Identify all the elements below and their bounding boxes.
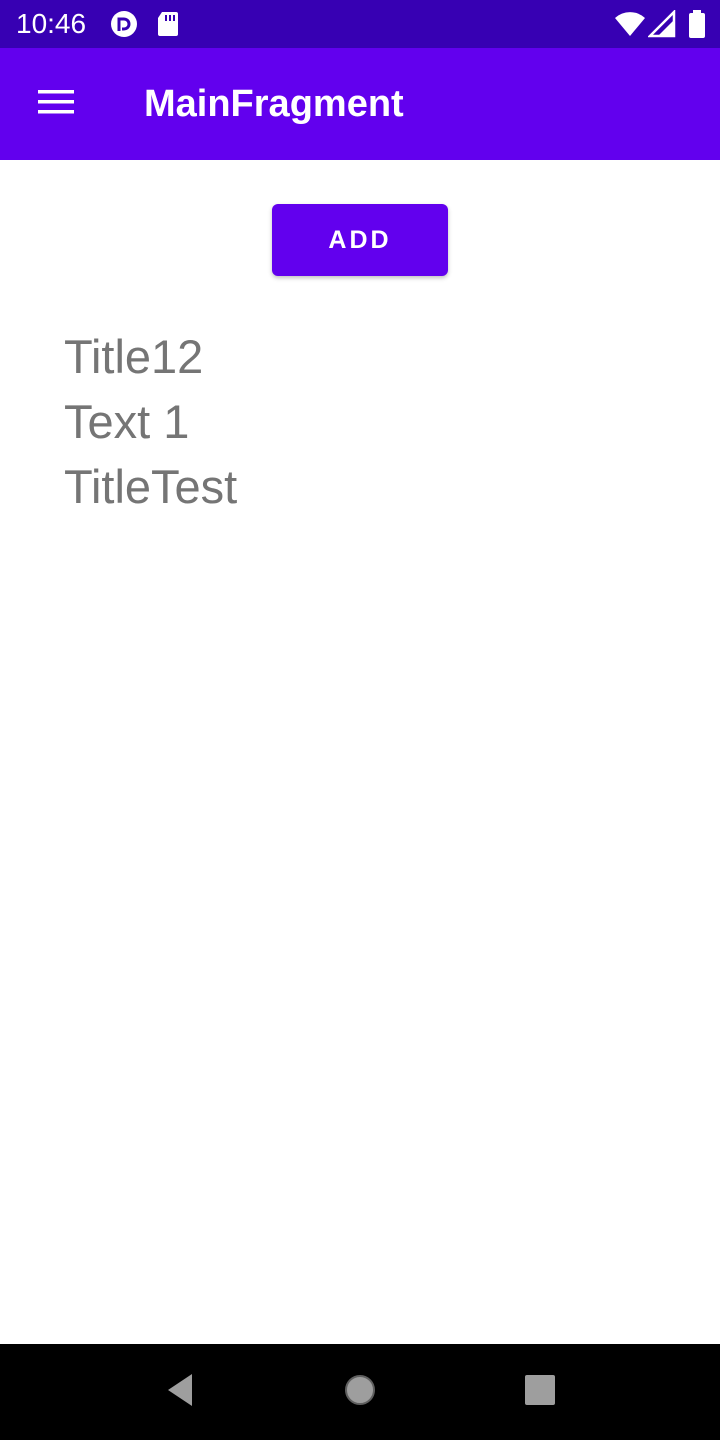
- sd-card-icon: [156, 10, 184, 38]
- list-item: Text 1: [64, 395, 190, 448]
- pocket-casts-icon: [110, 10, 138, 38]
- list-item: TitleTest: [64, 460, 238, 513]
- battery-icon: [688, 10, 706, 38]
- list-item: Title12: [64, 330, 204, 383]
- home-circle-icon: [342, 1372, 378, 1413]
- menu-button[interactable]: [16, 64, 96, 144]
- status-bar: 10:46: [0, 0, 720, 48]
- back-triangle-icon: [160, 1370, 200, 1415]
- wifi-icon: [614, 10, 646, 38]
- item-list: Title12 Text 1 TitleTest: [64, 324, 237, 519]
- navigation-bar: [0, 1344, 720, 1440]
- recents-square-icon: [523, 1373, 557, 1412]
- back-button[interactable]: [152, 1364, 208, 1420]
- home-button[interactable]: [332, 1364, 388, 1420]
- status-time: 10:46: [16, 8, 87, 39]
- signal-icon: [646, 8, 676, 38]
- recents-button[interactable]: [512, 1364, 568, 1420]
- page-title: MainFragment: [144, 83, 404, 125]
- add-button[interactable]: ADD: [272, 204, 448, 276]
- hamburger-menu-icon: [36, 86, 76, 123]
- app-bar: MainFragment: [0, 48, 720, 160]
